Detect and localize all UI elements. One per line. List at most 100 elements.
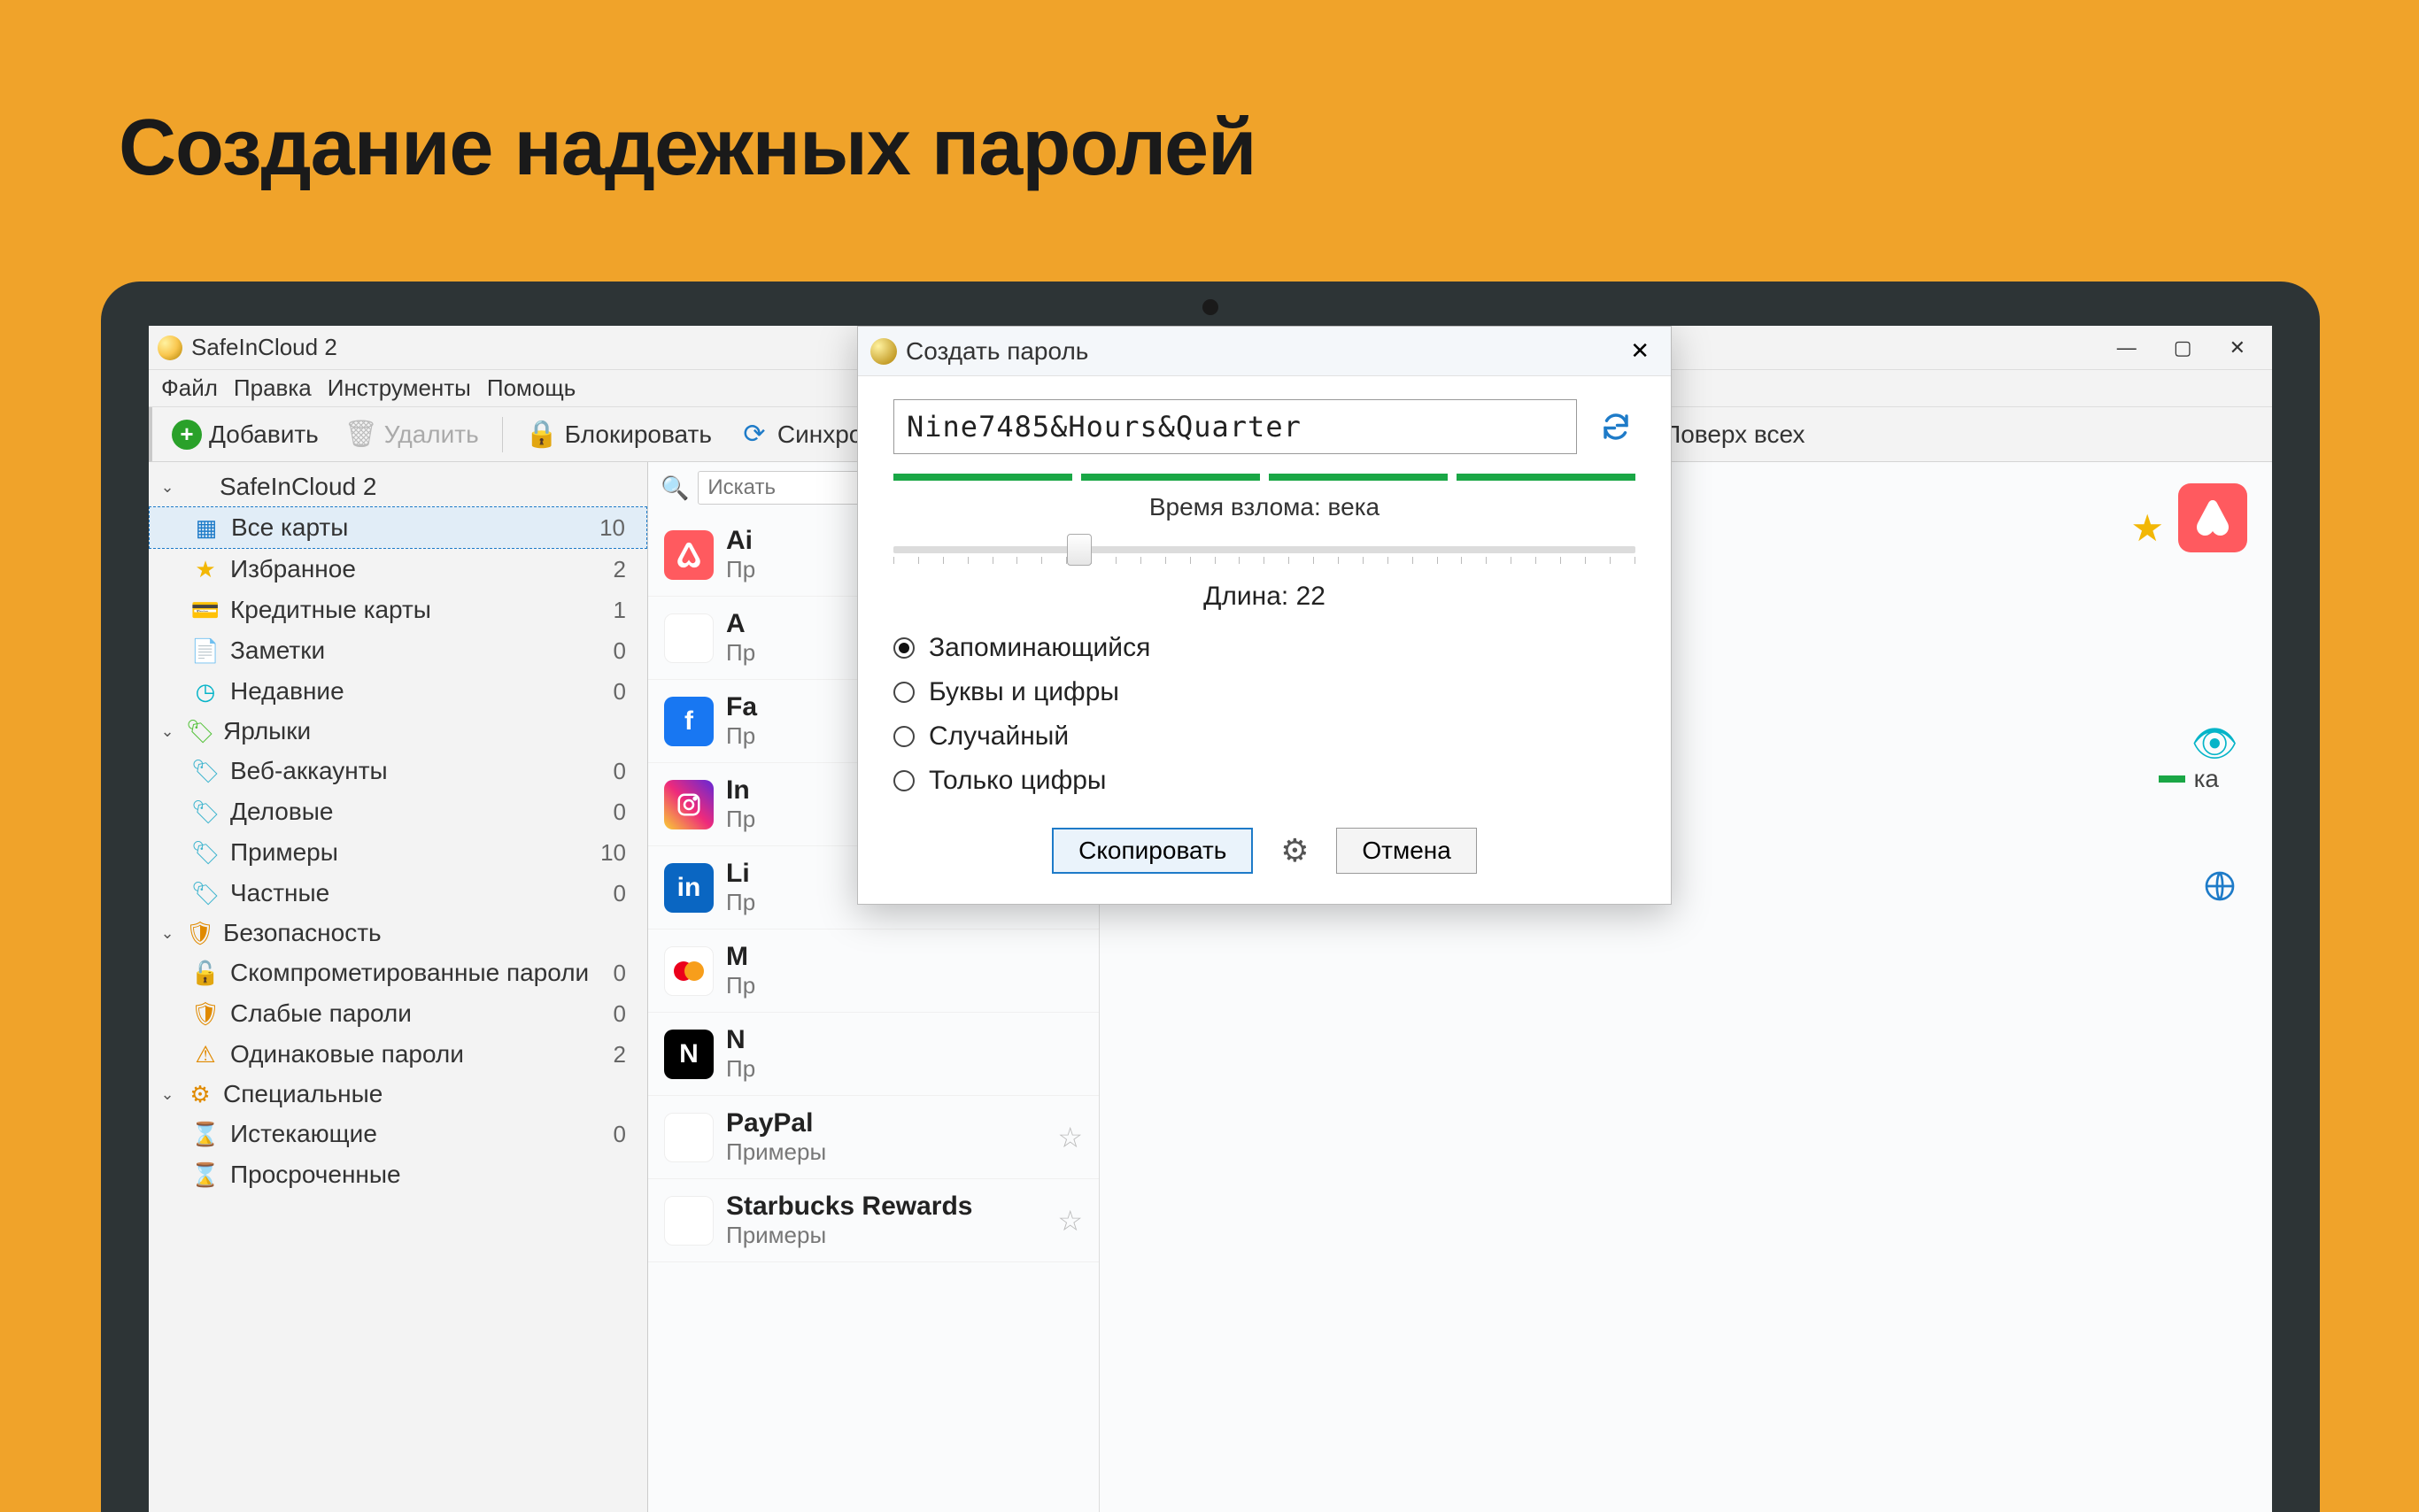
favorite-star[interactable]: ★ — [2130, 506, 2164, 550]
sidebar-item-credit-cards[interactable]: 💳 Кредитные карты 1 — [149, 590, 647, 630]
notes-label: Заметки — [230, 636, 325, 665]
sidebar-item-favorites[interactable]: ★ Избранное 2 — [149, 549, 647, 590]
favorite-toggle[interactable]: ☆ — [1057, 1121, 1083, 1154]
sidebar-item-web-accounts[interactable]: 🏷 Веб-аккаунты 0 — [149, 751, 647, 791]
weak-count: 0 — [614, 1000, 638, 1028]
dialog-body: Время взлома: века Длина: 22 Запоминающи… — [858, 376, 1671, 904]
length-slider[interactable] — [893, 546, 1635, 566]
add-label: Добавить — [209, 420, 319, 449]
tag-icon: 🏷 — [191, 838, 220, 867]
show-password-icon[interactable]: 👁 — [2191, 722, 2238, 766]
generated-password-input[interactable] — [893, 399, 1577, 454]
add-button[interactable]: + Добавить — [163, 416, 328, 453]
favorite-toggle[interactable]: ☆ — [1057, 1204, 1083, 1238]
card-subtitle: Пр — [726, 722, 757, 750]
delete-button[interactable]: 🗑 Удалить — [336, 415, 488, 454]
menu-tools[interactable]: Инструменты — [328, 374, 471, 402]
tag-icon: 🏷 — [191, 879, 220, 907]
card-title: In — [726, 775, 755, 806]
db-icon — [186, 474, 211, 499]
window-title: SafeInCloud 2 — [191, 334, 337, 361]
open-url-icon[interactable] — [2201, 868, 2238, 905]
sidebar-item-expiring[interactable]: ⌛ Истекающие 0 — [149, 1114, 647, 1154]
shield-warning-icon: 🛡 — [191, 999, 220, 1028]
examples-label: Примеры — [230, 838, 338, 867]
dialog-title: Создать пароль — [906, 337, 1088, 366]
card-subtitle: Пр — [726, 972, 755, 999]
toolbar-separator — [502, 417, 503, 452]
web-accounts-label: Веб-аккаунты — [230, 757, 388, 785]
card-row-mastercard[interactable]: M Пр — [648, 930, 1099, 1013]
radio-random-label: Случайный — [929, 721, 1069, 752]
card-row-starbucks[interactable]: ✺ Starbucks Rewards Примеры ☆ — [648, 1179, 1099, 1262]
card-subtitle: Пр — [726, 556, 755, 583]
card-subtitle: Примеры — [726, 1138, 826, 1166]
sidebar-group-security[interactable]: ⌄ 🛡 Безопасность — [149, 914, 647, 953]
sidebar-item-recent[interactable]: ◷ Недавние 0 — [149, 671, 647, 712]
card-title: PayPal — [726, 1108, 826, 1138]
sidebar-group-special[interactable]: ⌄ ⚙ Специальные — [149, 1075, 647, 1114]
compromised-count: 0 — [614, 960, 638, 987]
ontop-label: Поверх всех — [1663, 420, 1805, 449]
facebook-icon: f — [664, 697, 714, 746]
warning-icon: ⚠ — [191, 1040, 220, 1068]
minimize-button[interactable]: — — [2117, 336, 2137, 359]
dialog-actions: Скопировать ⚙ Отмена — [893, 828, 1635, 874]
sidebar-item-duplicate[interactable]: ⚠ Одинаковые пароли 2 — [149, 1034, 647, 1075]
radio-icon — [893, 682, 915, 703]
app-icon — [158, 336, 182, 360]
menu-edit[interactable]: Правка — [234, 374, 312, 402]
close-button[interactable]: ✕ — [2230, 336, 2245, 359]
cancel-button[interactable]: Отмена — [1336, 828, 1476, 874]
card-title: Starbucks Rewards — [726, 1192, 972, 1222]
slider-thumb[interactable] — [1067, 534, 1092, 566]
all-cards-count: 10 — [599, 514, 638, 542]
generator-settings-button[interactable]: ⚙ — [1276, 832, 1313, 869]
crack-time-label: Время взлома: века — [893, 493, 1635, 521]
radio-memorable[interactable]: Запоминающийся — [893, 633, 1635, 663]
maximize-button[interactable]: ▢ — [2174, 336, 2192, 359]
card-title: Ai — [726, 526, 755, 556]
notes-count: 0 — [614, 637, 638, 665]
radio-digits-only-label: Только цифры — [929, 766, 1107, 796]
credit-cards-label: Кредитные карты — [230, 596, 431, 624]
sidebar-item-expired[interactable]: ⌛ Просроченные — [149, 1154, 647, 1195]
sidebar-root[interactable]: ⌄ SafeInCloud 2 — [149, 467, 647, 506]
radio-letters-digits[interactable]: Буквы и цифры — [893, 677, 1635, 707]
radio-random[interactable]: Случайный — [893, 721, 1635, 752]
generator-dialog: Создать пароль ✕ Время взлома: века — [857, 326, 1672, 905]
sidebar-item-all-cards[interactable]: ▦ Все карты 10 — [149, 506, 647, 549]
compromised-label: Скомпрометированные пароли — [230, 959, 589, 987]
sidebar: ⌄ SafeInCloud 2 ▦ Все карты 10 ★ Избранн… — [149, 462, 648, 1512]
sidebar-item-examples[interactable]: 🏷 Примеры 10 — [149, 832, 647, 873]
strength-meter — [893, 474, 1635, 481]
sidebar-item-compromised[interactable]: 🔓 Скомпрометированные пароли 0 — [149, 953, 647, 993]
private-count: 0 — [614, 880, 638, 907]
card-subtitle: Пр — [726, 639, 755, 667]
tag-icon: 🏷 — [186, 717, 214, 745]
linkedin-icon: in — [664, 863, 714, 913]
card-row-paypal[interactable]: P PayPal Примеры ☆ — [648, 1096, 1099, 1179]
business-count: 0 — [614, 798, 638, 826]
sidebar-item-private[interactable]: 🏷 Частные 0 — [149, 873, 647, 914]
menu-help[interactable]: Помощь — [487, 374, 576, 402]
private-label: Частные — [230, 879, 329, 907]
monitor-frame: SafeInCloud 2 — ▢ ✕ Файл Правка Инструме… — [101, 282, 2320, 1512]
chevron-down-icon: ⌄ — [158, 924, 177, 943]
sidebar-group-labels[interactable]: ⌄ 🏷 Ярлыки — [149, 712, 647, 751]
sidebar-item-weak[interactable]: 🛡 Слабые пароли 0 — [149, 993, 647, 1034]
lock-button[interactable]: 🔒 Блокировать — [517, 415, 721, 454]
creditcard-icon: 💳 — [191, 596, 220, 624]
radio-digits-only[interactable]: Только цифры — [893, 766, 1635, 796]
menu-file[interactable]: Файл — [161, 374, 218, 402]
sidebar-item-business[interactable]: 🏷 Деловые 0 — [149, 791, 647, 832]
card-row-netflix[interactable]: N N Пр — [648, 1013, 1099, 1096]
regenerate-button[interactable] — [1596, 407, 1635, 446]
copy-button[interactable]: Скопировать — [1052, 828, 1253, 874]
note-icon: 📄 — [191, 636, 220, 665]
sidebar-item-notes[interactable]: 📄 Заметки 0 — [149, 630, 647, 671]
password-type-group: Запоминающийся Буквы и цифры Случайный Т… — [893, 633, 1635, 796]
dialog-close-button[interactable]: ✕ — [1621, 332, 1658, 370]
card-subtitle: Пр — [726, 1055, 755, 1083]
star-icon: ★ — [191, 555, 220, 583]
